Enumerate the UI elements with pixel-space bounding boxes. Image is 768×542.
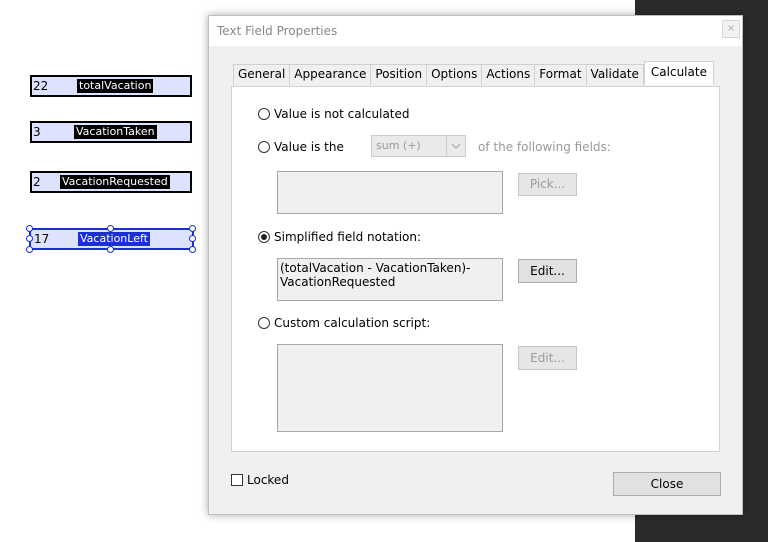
- text-field-properties-dialog: Text Field Properties × General Appearan…: [208, 15, 743, 515]
- resize-handle[interactable]: [26, 235, 33, 242]
- operation-value: sum (+): [376, 139, 421, 152]
- radio-simplified-notation[interactable]: [258, 231, 270, 243]
- edit-notation-button[interactable]: Edit...: [518, 259, 577, 283]
- of-following-fields-label: of the following fields:: [478, 140, 611, 154]
- simplified-notation-label[interactable]: Simplified field notation:: [274, 230, 421, 244]
- field-vacation-requested[interactable]: 2 VacationRequested: [30, 171, 192, 193]
- tab-calculate[interactable]: Calculate: [643, 61, 714, 85]
- tab-appearance[interactable]: Appearance: [290, 64, 372, 85]
- chevron-down-icon: [446, 136, 465, 156]
- resize-handle[interactable]: [189, 246, 196, 253]
- radio-not-calculated[interactable]: [258, 108, 270, 120]
- resize-handle[interactable]: [107, 225, 114, 232]
- field-name-label: VacationRequested: [60, 175, 170, 189]
- field-vacation-taken[interactable]: 3 VacationTaken: [30, 121, 192, 143]
- edit-script-button[interactable]: Edit...: [518, 346, 577, 370]
- close-icon[interactable]: ×: [722, 20, 740, 38]
- pick-button[interactable]: Pick...: [518, 173, 577, 196]
- tab-options[interactable]: Options: [427, 64, 483, 85]
- locked-checkbox[interactable]: [231, 474, 243, 486]
- tab-format[interactable]: Format: [535, 64, 587, 85]
- dialog-titlebar[interactable]: Text Field Properties ×: [209, 16, 742, 46]
- field-name-label: VacationLeft: [78, 232, 150, 246]
- resize-handle[interactable]: [189, 225, 196, 232]
- not-calculated-label[interactable]: Value is not calculated: [274, 107, 410, 121]
- simplified-notation-text[interactable]: (totalVacation - VacationTaken)- Vacatio…: [277, 258, 503, 301]
- close-button[interactable]: Close: [613, 472, 721, 496]
- tab-position[interactable]: Position: [371, 64, 428, 85]
- value-is-the-label[interactable]: Value is the: [274, 140, 344, 154]
- resize-handle[interactable]: [26, 246, 33, 253]
- custom-script-box[interactable]: [277, 344, 503, 432]
- field-value: 2: [33, 175, 41, 189]
- tab-bar: General Appearance Position Options Acti…: [233, 61, 714, 86]
- radio-custom-script[interactable]: [258, 317, 270, 329]
- fields-list-box[interactable]: [277, 171, 503, 214]
- tab-general[interactable]: General: [233, 64, 291, 85]
- dialog-title: Text Field Properties: [217, 24, 338, 38]
- resize-handle[interactable]: [189, 235, 196, 242]
- operation-select[interactable]: sum (+): [371, 135, 466, 157]
- field-value: 22: [33, 79, 49, 93]
- resize-handle[interactable]: [107, 246, 114, 253]
- locked-label[interactable]: Locked: [247, 473, 289, 487]
- field-value: 17: [34, 232, 50, 246]
- field-total-vacation[interactable]: 22 totalVacation: [30, 75, 192, 97]
- calculate-panel: Value is not calculated Value is the sum…: [231, 86, 720, 452]
- radio-value-is-the[interactable]: [258, 141, 270, 153]
- tab-validate[interactable]: Validate: [586, 64, 644, 85]
- field-name-label: totalVacation: [77, 79, 154, 93]
- custom-script-label[interactable]: Custom calculation script:: [274, 316, 430, 330]
- tab-actions[interactable]: Actions: [482, 64, 536, 85]
- field-name-label: VacationTaken: [74, 125, 157, 139]
- field-value: 3: [33, 125, 41, 139]
- resize-handle[interactable]: [26, 225, 33, 232]
